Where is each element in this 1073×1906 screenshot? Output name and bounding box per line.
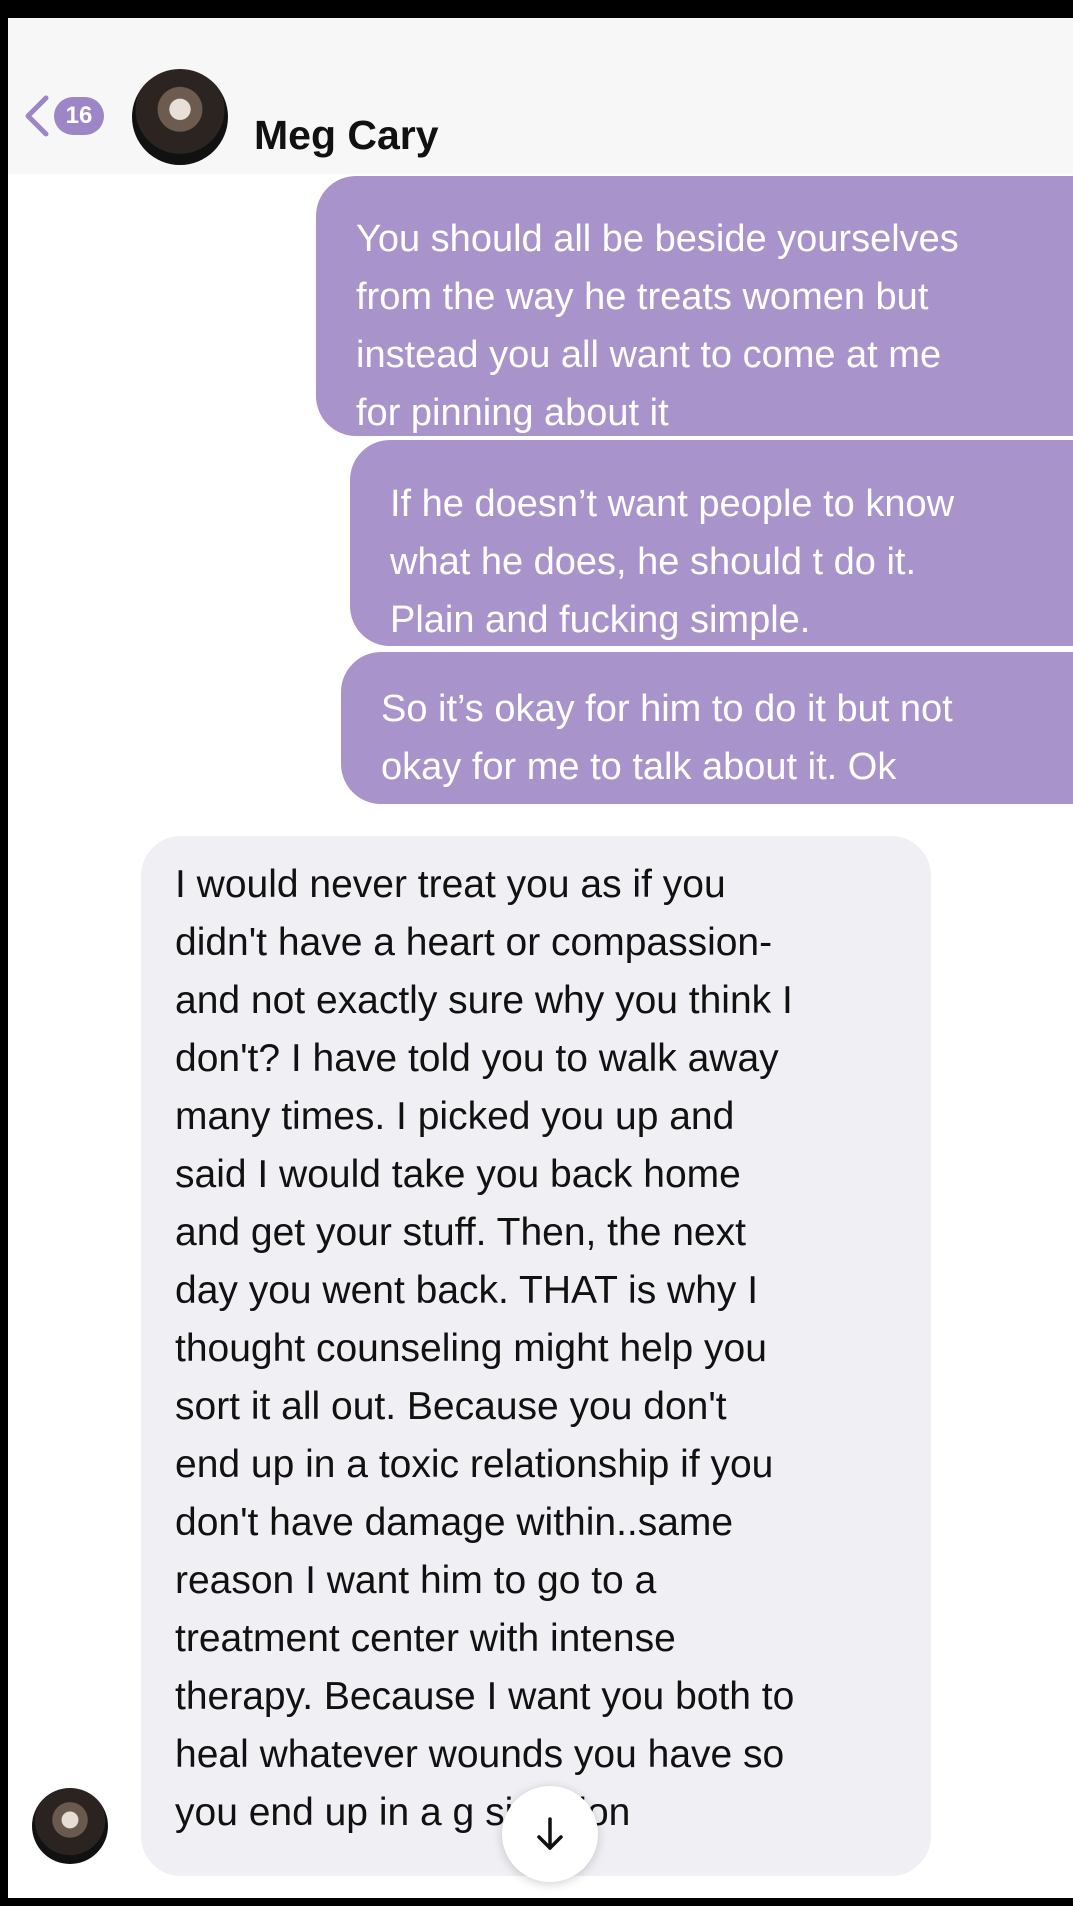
chevron-left-icon [25,95,49,137]
sender-avatar [32,1788,108,1864]
contact-name[interactable]: Meg Cary [254,112,439,159]
back-button[interactable]: 16 [22,92,122,140]
arrow-down-icon [537,1817,563,1850]
contact-avatar[interactable] [132,69,228,165]
scroll-to-bottom-button[interactable] [502,1786,598,1882]
conversation-screen: 16 Meg Cary You should all be beside you… [8,18,1073,1898]
conversation-header: 16 Meg Cary [8,18,1073,174]
sent-message[interactable]: If he doesn’t want people to know what h… [350,440,1073,646]
unread-count-badge: 16 [54,97,104,135]
received-message[interactable]: I would never treat you as if you didn't… [141,836,931,1876]
sent-message[interactable]: You should all be beside yourselves from… [316,176,1073,436]
sent-message[interactable]: So it’s okay for him to do it but not ok… [341,652,1073,804]
